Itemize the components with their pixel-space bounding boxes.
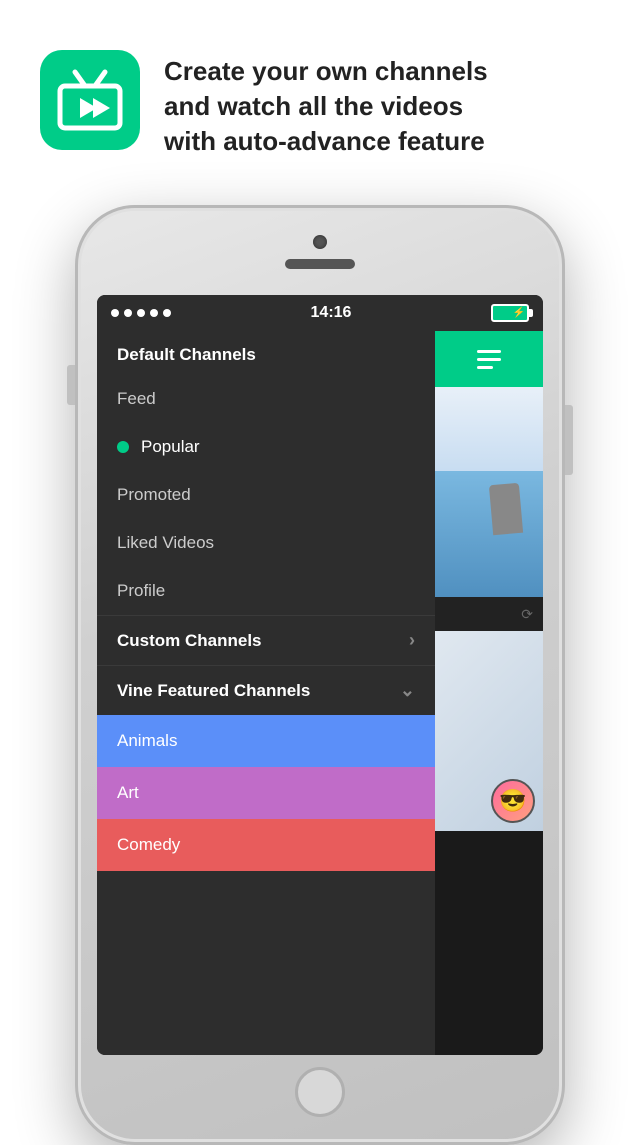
hamburger-menu-icon[interactable] <box>477 350 501 369</box>
menu-item-feed[interactable]: Feed <box>97 375 435 423</box>
camera-dot <box>313 235 327 249</box>
profile-label: Profile <box>117 581 165 601</box>
speaker-grille <box>285 259 355 269</box>
avatar-emoji: 😎 <box>499 788 526 814</box>
menu-item-promoted[interactable]: Promoted <box>97 471 435 519</box>
promoted-label: Promoted <box>117 485 191 505</box>
default-channels-header: Default Channels <box>97 331 435 375</box>
hamburger-line-2 <box>477 358 501 361</box>
app-icon <box>40 50 140 150</box>
hamburger-line-3 <box>477 366 493 369</box>
retweet-icon: ⟳ <box>521 606 533 623</box>
vine-featured-item[interactable]: Vine Featured Channels ⌄ <box>97 665 435 715</box>
custom-channels-arrow-icon: › <box>409 630 415 651</box>
signal-dot-2 <box>124 309 132 317</box>
channel-item-animals[interactable]: Animals <box>97 715 435 767</box>
phone-mockup: 14:16 ⚡ Default Channels Feed <box>75 205 565 1145</box>
avatar: 😎 <box>491 779 535 823</box>
menu-item-popular[interactable]: Popular <box>97 423 435 471</box>
retweet-bar-1: ⟳ <box>435 597 543 631</box>
menu-item-liked-videos[interactable]: Liked Videos <box>97 519 435 567</box>
header-bar <box>435 331 543 387</box>
vine-featured-chevron-icon: ⌄ <box>400 680 415 701</box>
phone-top-decorations <box>285 235 355 269</box>
popular-dot <box>117 441 129 453</box>
video-card-2[interactable]: 😎 <box>435 631 543 831</box>
hamburger-line-1 <box>477 350 501 353</box>
screen-content: Default Channels Feed Popular Promoted L… <box>97 331 543 1055</box>
feed-label: Feed <box>117 389 156 409</box>
status-right: ⚡ <box>491 304 529 322</box>
status-bar: 14:16 ⚡ <box>97 295 543 331</box>
promo-section: Create your own channels and watch all t… <box>0 0 640 189</box>
signal-dots <box>111 309 171 317</box>
video-thumbnail-1 <box>435 387 543 597</box>
home-button[interactable] <box>295 1067 345 1117</box>
comedy-label: Comedy <box>117 835 180 854</box>
battery-bolt: ⚡ <box>513 308 525 319</box>
battery-icon: ⚡ <box>491 304 529 322</box>
video-thumbnail-2: 😎 <box>435 631 543 831</box>
video-card-1[interactable]: ⟳ <box>435 387 543 631</box>
signal-dot-3 <box>137 309 145 317</box>
menu-panel: Default Channels Feed Popular Promoted L… <box>97 331 435 1055</box>
vine-featured-label: Vine Featured Channels <box>117 681 310 701</box>
tagline-text: Create your own channels and watch all t… <box>164 50 488 159</box>
phone-frame: 14:16 ⚡ Default Channels Feed <box>75 205 565 1145</box>
channel-item-comedy[interactable]: Comedy <box>97 819 435 871</box>
channel-item-art[interactable]: Art <box>97 767 435 819</box>
custom-channels-item[interactable]: Custom Channels › <box>97 615 435 665</box>
scene-rock <box>489 483 523 535</box>
status-time: 14:16 <box>311 304 352 322</box>
phone-screen: 14:16 ⚡ Default Channels Feed <box>97 295 543 1055</box>
popular-label: Popular <box>141 437 200 457</box>
animals-label: Animals <box>117 731 177 750</box>
signal-dot-5 <box>163 309 171 317</box>
menu-item-profile[interactable]: Profile <box>97 567 435 615</box>
art-label: Art <box>117 783 139 802</box>
signal-dot-1 <box>111 309 119 317</box>
video-panel: ⟳ 😎 <box>435 331 543 1055</box>
custom-channels-label: Custom Channels <box>117 631 262 651</box>
signal-dot-4 <box>150 309 158 317</box>
liked-videos-label: Liked Videos <box>117 533 214 553</box>
